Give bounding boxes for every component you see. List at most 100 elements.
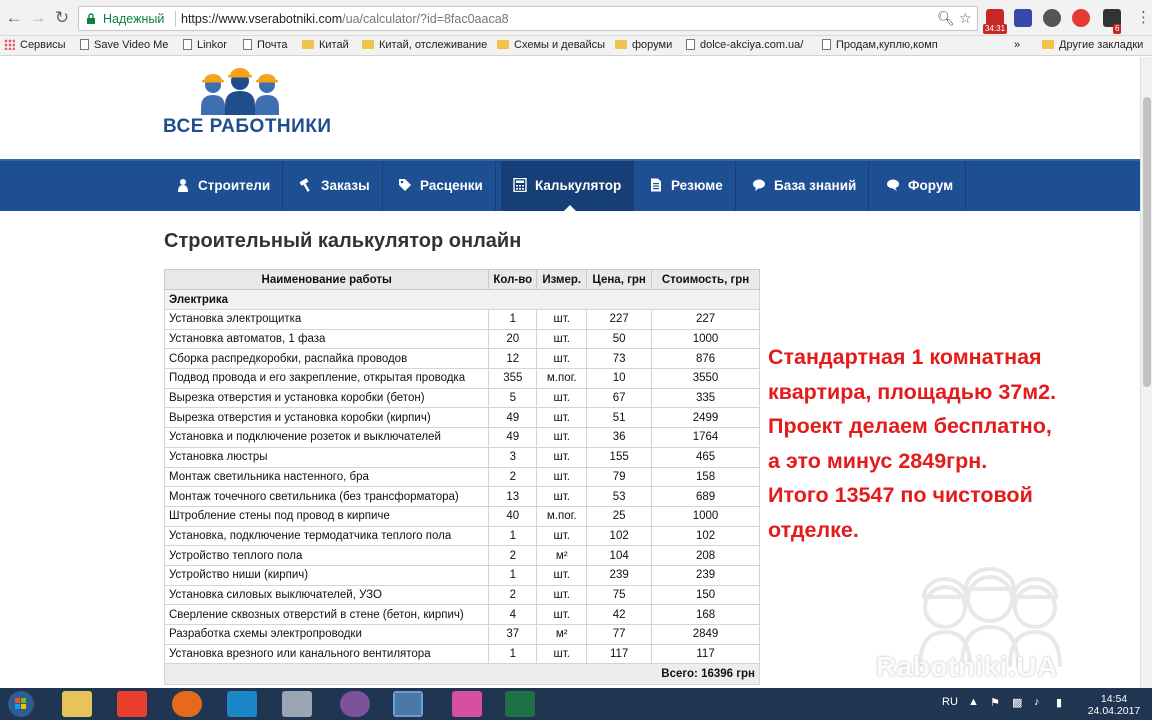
start-button-icon[interactable]: [6, 690, 36, 718]
battery-icon[interactable]: ▮: [1056, 696, 1062, 709]
cell-price: 36: [586, 427, 653, 448]
extension-globe-icon[interactable]: [1043, 9, 1061, 27]
reload-icon[interactable]: ↻: [52, 8, 72, 28]
annotation-line: квартира, площадью 37м2.: [768, 379, 1057, 404]
forward-icon[interactable]: →: [28, 8, 48, 28]
total-value: Всего: 16396 грн: [164, 663, 760, 686]
bookmark-china[interactable]: Китай: [302, 39, 349, 51]
photos-app-icon[interactable]: [452, 691, 482, 717]
page-scrollbar[interactable]: [1140, 57, 1152, 688]
action-center-flag-icon[interactable]: ⚑: [990, 696, 1000, 709]
url-text[interactable]: https://www.vserabotniki.com/ua/calculat…: [181, 12, 509, 26]
bookmark-forums[interactable]: форуми: [615, 39, 672, 51]
back-icon[interactable]: ←: [4, 8, 24, 28]
bookmark-linkor[interactable]: Linkor: [183, 39, 227, 51]
cell-cost: 2849: [651, 624, 760, 645]
cell-cost: 465: [651, 446, 760, 468]
firefox-app-icon[interactable]: [172, 691, 202, 717]
table-row: Установка автоматов, 1 фаза 20 шт. 50 1000: [163, 328, 760, 350]
nav-orders[interactable]: Заказы: [287, 161, 383, 211]
tray-expand-icon[interactable]: ▲: [968, 696, 979, 708]
bookmark-other[interactable]: Другие закладки: [1042, 39, 1143, 51]
cell-price: 73: [586, 348, 653, 370]
extension-adblock-icon[interactable]: [1072, 9, 1090, 27]
store-app-icon[interactable]: [117, 691, 147, 717]
col-header-price: Цена, грн: [586, 269, 653, 290]
table-header-row: Наименование работы Кол-во Измер. Цена, …: [163, 269, 760, 290]
annotation-line: Итого 13547 по чистовой: [768, 483, 1033, 507]
cell-work: Установка и подключение розеток и выключ…: [163, 427, 490, 448]
cell-price: 51: [586, 407, 653, 429]
cell-price: 42: [586, 604, 653, 625]
bookmark-star-icon[interactable]: ☆: [959, 10, 972, 27]
annotation-line: Проект делаем бесплатно,: [768, 414, 1052, 438]
table-row: Вырезка отверстия и установка коробки (к…: [163, 407, 760, 429]
bookmark-schemes[interactable]: Схемы и девайсы: [497, 39, 605, 51]
url-path: /ua/calculator/?id=8fac0aaca8: [342, 12, 509, 26]
cell-unit: шт.: [536, 328, 588, 350]
volume-icon[interactable]: ♪: [1034, 696, 1040, 708]
page-icon: [183, 39, 192, 50]
zoom-icon[interactable]: 🔍︎: [937, 10, 955, 27]
cell-qty: 355: [488, 368, 538, 389]
nav-prices[interactable]: Расценки: [386, 161, 496, 211]
cell-cost: 3550: [651, 368, 760, 389]
cell-unit: шт.: [536, 348, 588, 370]
address-bar[interactable]: Надежный https://www.vserabotniki.com/ua…: [78, 6, 978, 31]
cell-unit: шт.: [536, 486, 588, 507]
cell-unit: шт.: [536, 466, 588, 488]
cell-price: 53: [586, 486, 653, 507]
cell-cost: 102: [651, 525, 760, 547]
table-row: Установка, подключение термодатчика тепл…: [163, 525, 760, 547]
cell-work: Установка автоматов, 1 фаза: [163, 328, 490, 350]
cell-qty: 49: [488, 427, 538, 448]
network-icon[interactable]: ▩: [1012, 696, 1022, 709]
folder-icon: [302, 40, 314, 49]
cell-work: Вырезка отверстия и установка коробки (б…: [163, 387, 490, 409]
bookmark-mail[interactable]: Почта: [243, 39, 288, 51]
extension-badge: 34:31: [983, 24, 1008, 34]
table-row: Установка и подключение розеток и выключ…: [163, 427, 760, 448]
nav-builders[interactable]: Строители: [164, 161, 284, 211]
document-icon: [651, 178, 661, 192]
language-indicator[interactable]: RU: [942, 696, 958, 708]
page-viewport: ВСЕ РАБОТНИКИ Строители Заказы Расценки …: [0, 57, 1152, 688]
viber-app-icon[interactable]: [340, 691, 370, 717]
cell-unit: шт.: [536, 446, 588, 468]
explorer-app-icon[interactable]: [62, 691, 92, 717]
teamviewer-app-icon[interactable]: [227, 691, 257, 717]
calculator-app-icon[interactable]: [282, 691, 312, 717]
folder-icon: [615, 40, 627, 49]
bookmark-save-video[interactable]: Save Video Me: [80, 39, 168, 51]
cell-cost: 2499: [651, 407, 760, 429]
cell-work: Установка силовых выключателей, УЗО: [163, 584, 490, 606]
cell-work: Подвод провода и его закрепление, открыт…: [163, 368, 490, 389]
extension-screen-icon[interactable]: [1014, 9, 1032, 27]
table-row: Установка врезного или канального вентил…: [163, 643, 760, 665]
nav-forum[interactable]: Форум: [874, 161, 967, 211]
bookmark-dolce[interactable]: dolce-akciya.com.ua/: [686, 39, 803, 51]
page-title: Строительный калькулятор онлайн: [164, 230, 522, 252]
bookmark-services[interactable]: Сервисы: [4, 39, 66, 51]
cell-unit: м²: [536, 624, 588, 645]
bookmarks-overflow[interactable]: »: [1014, 39, 1020, 51]
cell-unit: шт.: [536, 525, 588, 547]
logo-text[interactable]: ВСЕ РАБОТНИКИ: [163, 116, 332, 138]
calculator-table: Наименование работы Кол-во Измер. Цена, …: [163, 269, 760, 686]
section-title: Электрика: [164, 289, 760, 310]
nav-calculator[interactable]: Калькулятор: [501, 161, 635, 211]
bookmark-sell-buy[interactable]: Продам,куплю,комп: [822, 39, 938, 51]
browser-toolbar: ← → ↻ Надежный https://www.vserabotniki.…: [0, 0, 1152, 36]
chrome-app-icon[interactable]: [393, 691, 423, 717]
nav-knowledge-base[interactable]: База знаний: [740, 161, 870, 211]
excel-app-icon[interactable]: [505, 691, 535, 717]
active-nav-caret: [563, 205, 577, 212]
nav-resume[interactable]: Резюме: [637, 161, 736, 211]
scrollbar-thumb[interactable]: [1143, 97, 1151, 387]
bookmark-china-tracking[interactable]: Китай, отслеживание: [362, 39, 487, 51]
system-clock[interactable]: 14:54 24.04.2017: [1086, 693, 1142, 717]
cell-qty: 37: [488, 624, 538, 645]
cell-work: Установка люстры: [163, 446, 490, 468]
cell-price: 10: [586, 368, 653, 389]
menu-icon[interactable]: ⋮: [1136, 8, 1151, 26]
